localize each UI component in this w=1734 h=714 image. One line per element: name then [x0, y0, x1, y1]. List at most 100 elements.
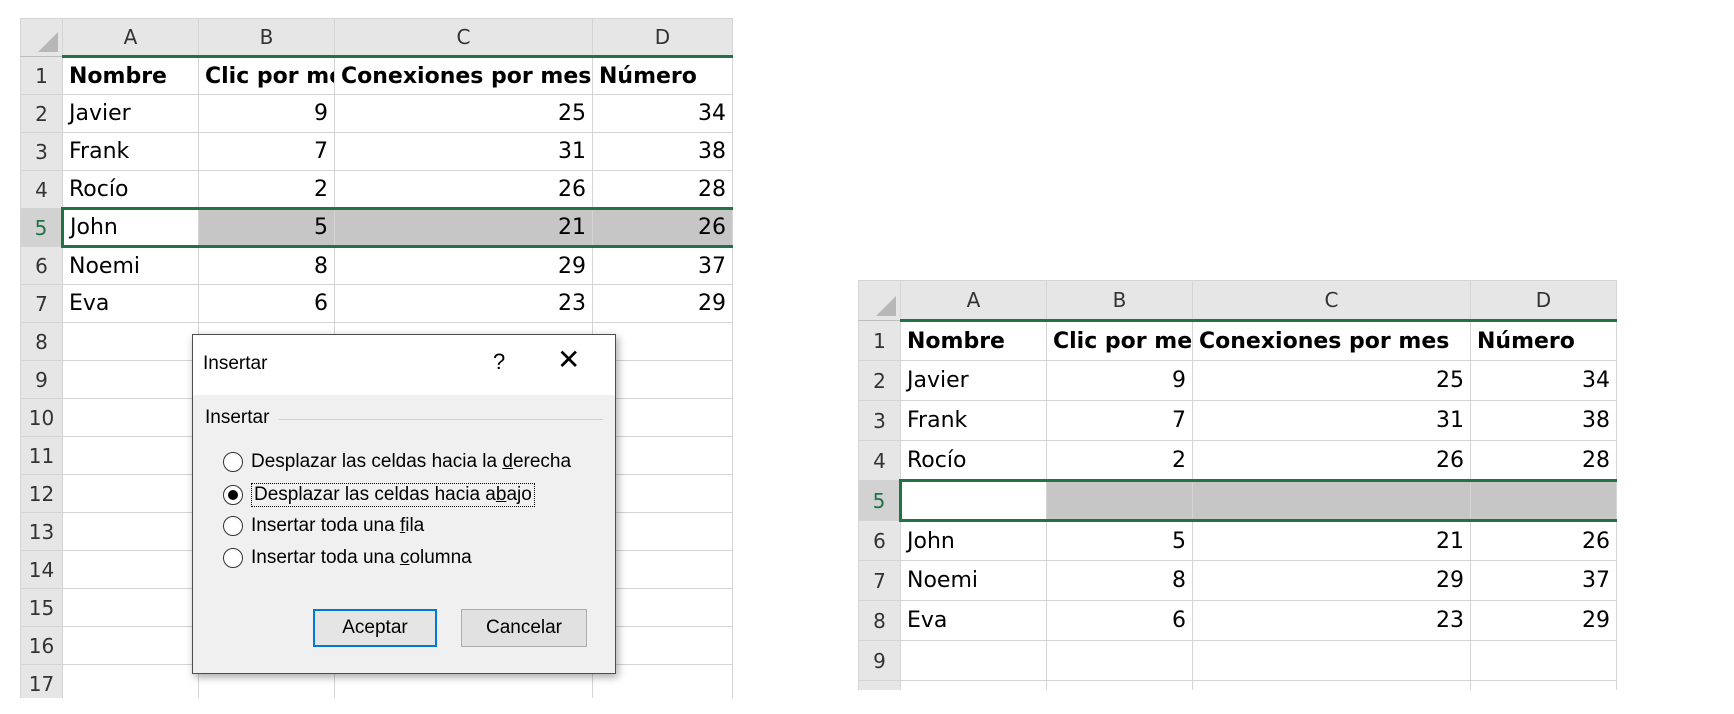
- cell-a12[interactable]: [62, 474, 199, 513]
- cell-b1[interactable]: Clic por mes: [198, 56, 335, 95]
- cell-c4[interactable]: 26: [1192, 440, 1471, 481]
- cell-b7[interactable]: 8: [1046, 560, 1193, 601]
- row-header[interactable]: 7: [20, 284, 63, 323]
- cell-c6[interactable]: 29: [334, 246, 593, 285]
- cell-d3[interactable]: 38: [1470, 400, 1617, 441]
- cell-a17[interactable]: [62, 664, 199, 698]
- row-header[interactable]: 6: [858, 520, 901, 561]
- cell-a5[interactable]: John: [61, 207, 199, 248]
- radio-entire-row[interactable]: [223, 516, 243, 536]
- cell-b2[interactable]: 9: [1046, 360, 1193, 401]
- cell-c5[interactable]: [1192, 479, 1471, 522]
- cell-a1[interactable]: Nombre: [900, 320, 1047, 361]
- cell-a2[interactable]: Javier: [900, 360, 1047, 401]
- row-header[interactable]: 12: [20, 474, 63, 513]
- cell-a14[interactable]: [62, 550, 199, 589]
- cell-d10[interactable]: [1470, 680, 1617, 690]
- cell-b10[interactable]: [1046, 680, 1193, 690]
- cell-b5[interactable]: [1046, 479, 1193, 522]
- cell-d5[interactable]: 26: [592, 207, 733, 248]
- row-header[interactable]: 17: [20, 664, 63, 698]
- cell-a10[interactable]: [62, 398, 199, 437]
- close-icon[interactable]: ✕: [557, 343, 580, 376]
- column-header-a[interactable]: A: [62, 18, 199, 58]
- cell-c1[interactable]: Conexiones por mes: [334, 56, 593, 95]
- column-header-c[interactable]: C: [334, 18, 593, 58]
- row-header[interactable]: 6: [20, 246, 63, 285]
- column-header-b[interactable]: B: [198, 18, 335, 58]
- row-header[interactable]: 1: [20, 56, 63, 95]
- cell-b6[interactable]: 8: [198, 246, 335, 285]
- column-header-c[interactable]: C: [1192, 280, 1471, 322]
- option-entire-row[interactable]: Insertar toda una fila: [223, 515, 424, 537]
- accept-button[interactable]: Aceptar: [313, 609, 437, 647]
- radio-entire-column[interactable]: [223, 548, 243, 568]
- radio-shift-down[interactable]: [223, 485, 243, 505]
- cell-b8[interactable]: 6: [1046, 600, 1193, 641]
- radio-shift-right[interactable]: [223, 452, 243, 472]
- cell-d7[interactable]: 37: [1470, 560, 1617, 601]
- cell-b9[interactable]: [1046, 640, 1193, 681]
- cell-c7[interactable]: 29: [1192, 560, 1471, 601]
- cell-c2[interactable]: 25: [334, 94, 593, 133]
- cell-a7[interactable]: Noemi: [900, 560, 1047, 601]
- row-header[interactable]: 3: [858, 400, 901, 441]
- row-header[interactable]: 9: [20, 360, 63, 399]
- column-header-d[interactable]: D: [1470, 280, 1617, 322]
- cell-b6[interactable]: 5: [1046, 520, 1193, 561]
- row-header[interactable]: 10: [858, 680, 901, 690]
- help-icon[interactable]: ?: [493, 349, 505, 375]
- cell-a6[interactable]: Noemi: [62, 246, 199, 285]
- cell-a5[interactable]: [899, 479, 1047, 522]
- cell-a9[interactable]: [62, 360, 199, 399]
- row-header[interactable]: 7: [858, 560, 901, 601]
- cell-d8[interactable]: 29: [1470, 600, 1617, 641]
- cell-a2[interactable]: Javier: [62, 94, 199, 133]
- cell-c3[interactable]: 31: [334, 132, 593, 171]
- cell-b2[interactable]: 9: [198, 94, 335, 133]
- cell-d1[interactable]: Número: [1470, 320, 1617, 361]
- cell-c10[interactable]: [1192, 680, 1471, 690]
- cell-c6[interactable]: 21: [1192, 520, 1471, 561]
- row-header[interactable]: 2: [20, 94, 63, 133]
- cell-d3[interactable]: 38: [592, 132, 733, 171]
- row-header[interactable]: 15: [20, 588, 63, 627]
- cell-a4[interactable]: Rocío: [62, 170, 199, 209]
- row-header[interactable]: 13: [20, 512, 63, 551]
- cell-a7[interactable]: Eva: [62, 284, 199, 323]
- row-header[interactable]: 11: [20, 436, 63, 475]
- row-header[interactable]: 4: [20, 170, 63, 209]
- column-header-b[interactable]: B: [1046, 280, 1193, 322]
- column-header-a[interactable]: A: [900, 280, 1047, 322]
- cell-a13[interactable]: [62, 512, 199, 551]
- cell-b3[interactable]: 7: [198, 132, 335, 171]
- cell-c4[interactable]: 26: [334, 170, 593, 209]
- row-header[interactable]: 1: [858, 320, 901, 361]
- cell-d5[interactable]: [1470, 479, 1617, 522]
- column-header-d[interactable]: D: [592, 18, 733, 58]
- row-header[interactable]: 16: [20, 626, 63, 665]
- cell-a16[interactable]: [62, 626, 199, 665]
- row-header[interactable]: 4: [858, 440, 901, 481]
- option-shift-down[interactable]: Desplazar las celdas hacia abajo: [223, 483, 535, 507]
- row-header[interactable]: 9: [858, 640, 901, 681]
- cell-d6[interactable]: 26: [1470, 520, 1617, 561]
- cancel-button[interactable]: Cancelar: [461, 609, 587, 647]
- row-header[interactable]: 8: [20, 322, 63, 361]
- cell-c5[interactable]: 21: [334, 207, 593, 248]
- row-header[interactable]: 2: [858, 360, 901, 401]
- option-entire-column[interactable]: Insertar toda una columna: [223, 547, 472, 569]
- cell-a9[interactable]: [900, 640, 1047, 681]
- cell-d2[interactable]: 34: [592, 94, 733, 133]
- cell-a1[interactable]: Nombre: [62, 56, 199, 95]
- cell-d9[interactable]: [1470, 640, 1617, 681]
- cell-b5[interactable]: 5: [198, 207, 335, 248]
- cell-b3[interactable]: 7: [1046, 400, 1193, 441]
- cell-a10[interactable]: [900, 680, 1047, 690]
- cell-a11[interactable]: [62, 436, 199, 475]
- cell-c1[interactable]: Conexiones por mes: [1192, 320, 1471, 361]
- cell-b4[interactable]: 2: [198, 170, 335, 209]
- cell-a8[interactable]: [62, 322, 199, 361]
- cell-c9[interactable]: [1192, 640, 1471, 681]
- cell-c3[interactable]: 31: [1192, 400, 1471, 441]
